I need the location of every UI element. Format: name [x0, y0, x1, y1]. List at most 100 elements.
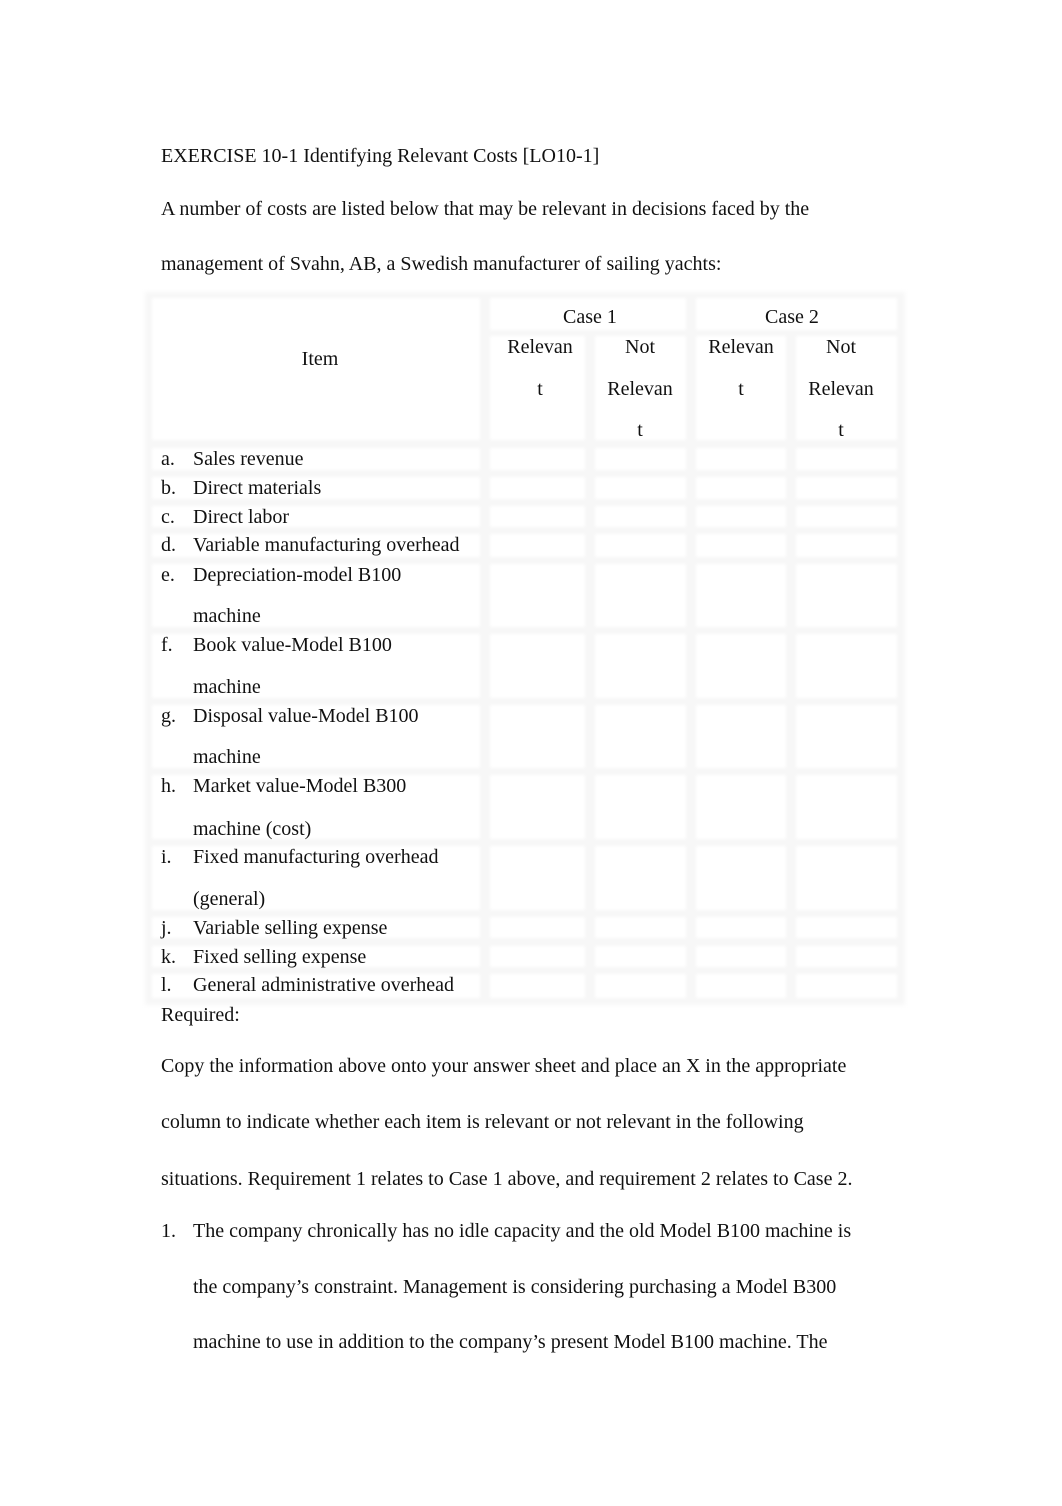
item-letter: l.: [161, 974, 172, 996]
table-cell: [490, 534, 585, 557]
item-text: Disposal value-Model B100: [193, 705, 419, 727]
table-cell: [490, 917, 585, 938]
table-cell: [796, 534, 897, 557]
case-1-relevant-header: Relevan: [507, 336, 573, 358]
table-cell: [796, 564, 897, 627]
table-cell: [595, 946, 686, 967]
item-letter: k.: [161, 946, 176, 968]
item-text-cont: machine: [193, 746, 261, 768]
item-text-cont: machine (cost): [193, 818, 312, 840]
item-text: Fixed manufacturing overhead: [193, 846, 439, 868]
table-cell: [696, 705, 786, 768]
case-1-not-relevant-header-cont: t: [637, 419, 643, 441]
exercise-title: EXERCISE 10-1 Identifying Relevant Costs…: [161, 145, 600, 167]
required-line: Copy the information above onto your ans…: [161, 1055, 847, 1077]
item-letter: a.: [161, 448, 175, 470]
table-cell: [796, 506, 897, 527]
table-cell: [796, 634, 897, 698]
table-cell: [490, 775, 585, 839]
table-cell: [796, 477, 897, 499]
table-cell: [595, 705, 686, 768]
table-cell: [796, 705, 897, 768]
item-text-cont: machine: [193, 605, 261, 627]
item-text: Direct materials: [193, 477, 322, 499]
item-letter: e.: [161, 564, 175, 586]
table-cell: [696, 564, 786, 627]
table-cell: [796, 448, 897, 470]
item-text: Direct labor: [193, 506, 290, 528]
item-text: Market value-Model B300: [193, 775, 407, 797]
requirement-number: 1.: [161, 1220, 176, 1242]
intro-line: management of Svahn, AB, a Swedish manuf…: [161, 253, 722, 275]
table-cell: [490, 564, 585, 627]
case-1-not-relevant-header-cont: Relevan: [607, 378, 673, 400]
case-2-not-relevant-header-cont: t: [838, 419, 844, 441]
item-text: Sales revenue: [193, 448, 304, 470]
table-cell: [595, 775, 686, 839]
table-cell: [490, 974, 585, 998]
item-text: Depreciation-model B100: [193, 564, 402, 586]
table-cell: [696, 946, 786, 967]
table-cell: [490, 477, 585, 499]
requirement-line: the company’s constraint. Management is …: [193, 1276, 837, 1298]
table-cell: [595, 564, 686, 627]
table-cell: [796, 917, 897, 938]
table-cell: [595, 634, 686, 698]
item-letter: h.: [161, 775, 176, 797]
table-cell: [696, 634, 786, 698]
required-label: Required:: [161, 1004, 240, 1026]
table-cell: [796, 846, 897, 910]
item-header: Item: [301, 348, 339, 370]
item-letter: c.: [161, 506, 175, 528]
table-cell: [796, 775, 897, 839]
item-text: General administrative overhead: [193, 974, 454, 996]
table-cell: [595, 917, 686, 938]
requirement-line: The company chronically has no idle capa…: [193, 1220, 852, 1242]
intro-line: A number of costs are listed below that …: [161, 198, 810, 220]
required-line: situations. Requirement 1 relates to Cas…: [161, 1168, 853, 1190]
item-text: Variable selling expense: [193, 917, 388, 939]
table-cell: [595, 534, 686, 557]
table-cell: [490, 448, 585, 470]
table-cell: [490, 634, 585, 698]
item-text: Book value-Model B100: [193, 634, 392, 656]
table-cell: [595, 846, 686, 910]
case-2-not-relevant-header-cont: Relevan: [808, 378, 874, 400]
case-2-not-relevant-header: Not: [826, 336, 856, 358]
table-cell: [796, 946, 897, 967]
item-letter: g.: [161, 705, 176, 727]
requirement-line: machine to use in addition to the compan…: [193, 1331, 828, 1353]
table-cell: [490, 506, 585, 527]
case-1-relevant-header-cont: t: [537, 378, 543, 400]
table-cell: [696, 917, 786, 938]
table-cell: [696, 534, 786, 557]
item-letter: d.: [161, 534, 176, 556]
table-cell: [595, 506, 686, 527]
item-text: Fixed selling expense: [193, 946, 367, 968]
required-line: column to indicate whether each item is …: [161, 1111, 804, 1133]
table-cell: [595, 448, 686, 470]
item-letter: b.: [161, 477, 176, 499]
table-cell: [490, 846, 585, 910]
item-text: Variable manufacturing overhead: [193, 534, 460, 556]
table-cell: [796, 974, 897, 998]
item-text-cont: (general): [193, 888, 266, 910]
case-2-relevant-header: Relevan: [708, 336, 774, 358]
table-cell: [696, 775, 786, 839]
case-2-relevant-header-cont: t: [738, 378, 744, 400]
table-cell: [595, 477, 686, 499]
table-cell: [595, 974, 686, 998]
item-letter: f.: [161, 634, 173, 656]
case-2-header: Case 2: [765, 306, 819, 328]
table-cell: [696, 448, 786, 470]
table-cell: [490, 946, 585, 967]
item-letter: i.: [161, 846, 172, 868]
case-1-not-relevant-header: Not: [625, 336, 655, 358]
table-cell: [696, 846, 786, 910]
table-cell: [696, 506, 786, 527]
table-cell: [696, 477, 786, 499]
table-cell: [696, 974, 786, 998]
item-letter: j.: [161, 917, 172, 939]
table-cell: [490, 705, 585, 768]
case-1-header: Case 1: [563, 306, 617, 328]
